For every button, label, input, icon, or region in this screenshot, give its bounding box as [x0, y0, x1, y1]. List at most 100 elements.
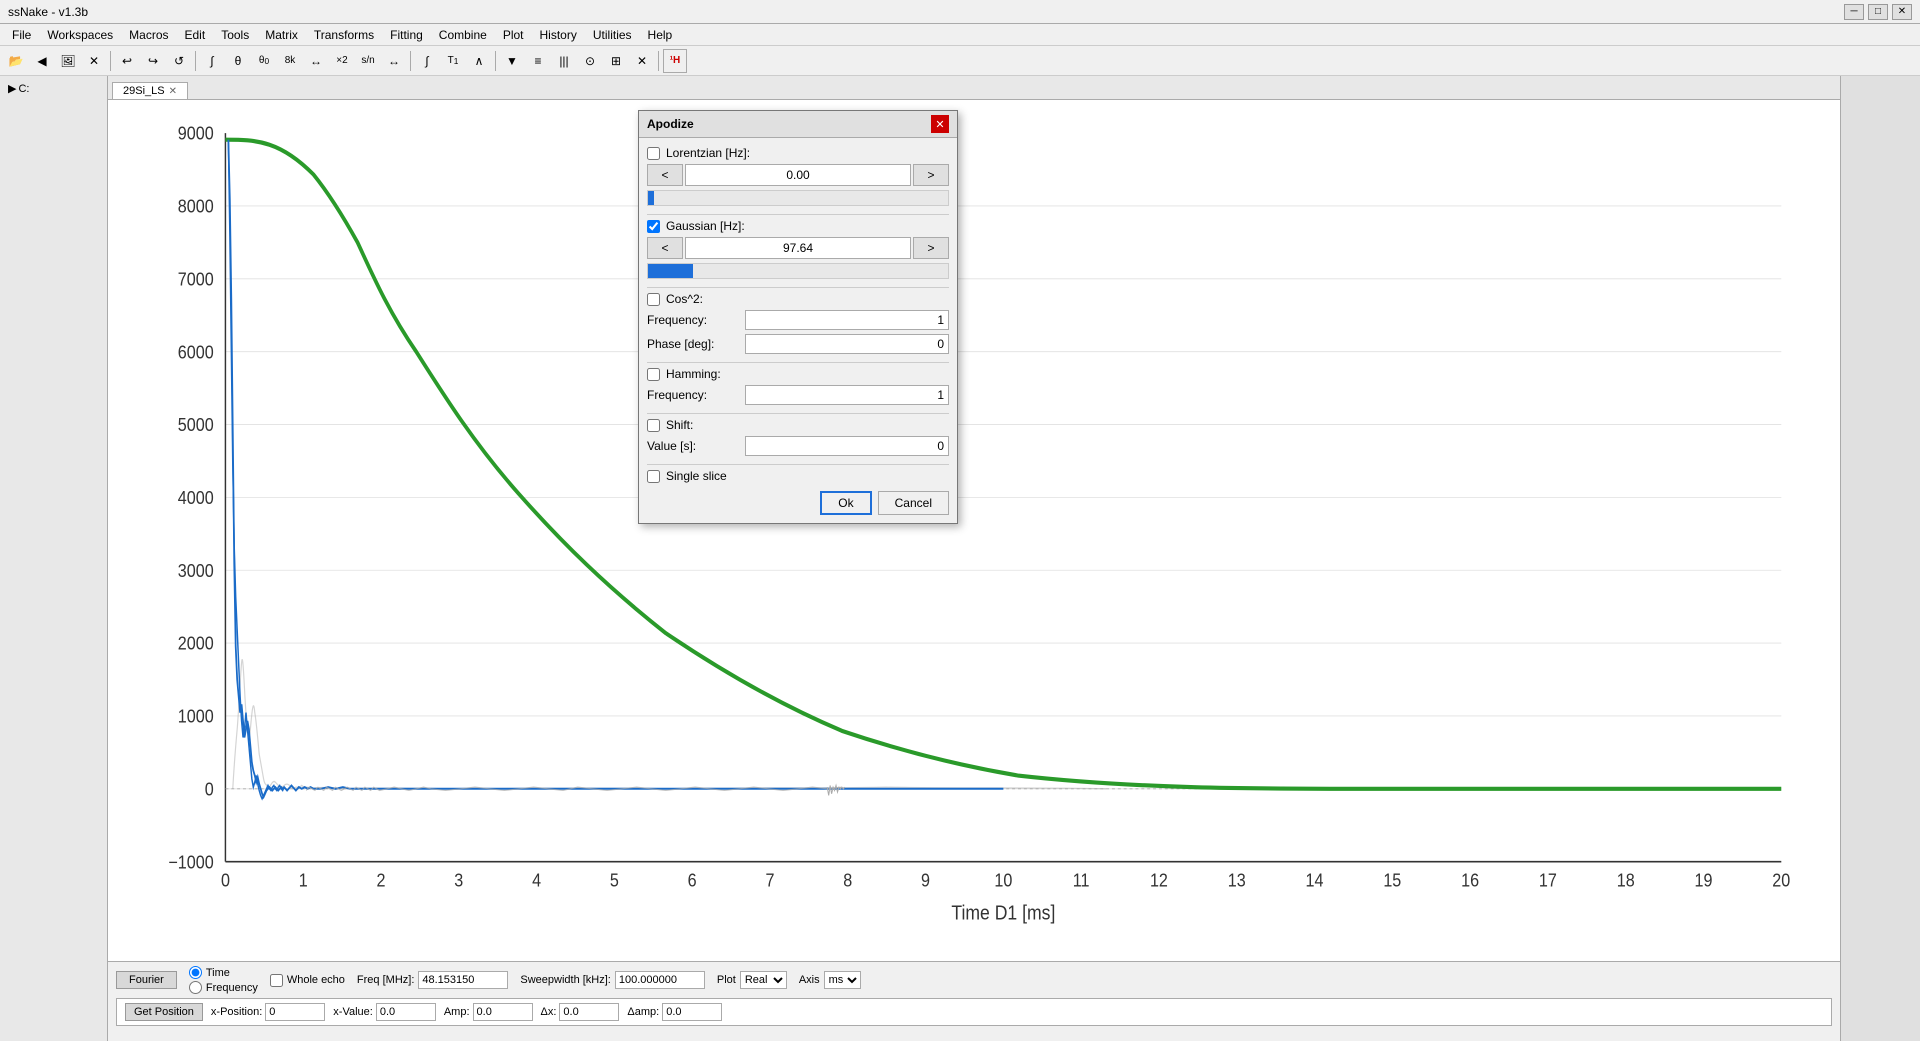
toolbar-refresh[interactable]: ↺	[167, 49, 191, 73]
close-button[interactable]: ✕	[1892, 4, 1912, 20]
toolbar-undo[interactable]: ↩	[115, 49, 139, 73]
x-position-input[interactable]	[265, 1003, 325, 1021]
divider2	[647, 287, 949, 288]
menu-history[interactable]: History	[532, 26, 585, 44]
menu-fitting[interactable]: Fitting	[382, 26, 431, 44]
svg-text:13: 13	[1228, 870, 1246, 891]
cos2-section: Cos^2: Frequency: Phase [deg]:	[647, 292, 949, 354]
toolbar-sep3	[410, 51, 411, 71]
toolbar-redo[interactable]: ↪	[141, 49, 165, 73]
hamming-label: Hamming:	[666, 367, 721, 381]
gaussian-dec-button[interactable]: <	[647, 237, 683, 259]
fourier-button[interactable]: Fourier	[116, 971, 177, 989]
gaussian-inc-button[interactable]: >	[913, 237, 949, 259]
menu-combine[interactable]: Combine	[431, 26, 495, 44]
menu-edit[interactable]: Edit	[177, 26, 214, 44]
maximize-button[interactable]: □	[1868, 4, 1888, 20]
right-panel	[1840, 76, 1920, 1041]
toolbar-phase0[interactable]: θ0	[252, 49, 276, 73]
toolbar-resize[interactable]: ↔	[304, 49, 328, 73]
menu-matrix[interactable]: Matrix	[257, 26, 306, 44]
cos2-checkbox[interactable]	[647, 293, 660, 306]
hamming-freq-row: Frequency:	[647, 385, 949, 405]
cos2-freq-input[interactable]	[745, 310, 949, 330]
toolbar-sn[interactable]: s/n	[356, 49, 380, 73]
toolbar-close[interactable]: ✕	[82, 49, 106, 73]
toolbar-8k[interactable]: 8k	[278, 49, 302, 73]
shift-checkbox[interactable]	[647, 419, 660, 432]
tab-close-icon[interactable]: ✕	[169, 86, 177, 97]
lorentzian-slider[interactable]	[647, 190, 949, 206]
toolbar-resize2[interactable]: ↔	[382, 49, 406, 73]
apodize-title: Apodize	[647, 117, 694, 131]
hamming-freq-input[interactable]	[745, 385, 949, 405]
axis-select[interactable]: ms s Hz	[824, 971, 861, 989]
menu-plot[interactable]: Plot	[495, 26, 532, 44]
gaussian-checkbox[interactable]	[647, 220, 660, 233]
toolbar-lambda[interactable]: ∧	[467, 49, 491, 73]
get-position-button[interactable]: Get Position	[125, 1003, 203, 1021]
time-radio[interactable]	[189, 966, 202, 979]
svg-text:1: 1	[299, 870, 308, 891]
menu-transforms[interactable]: Transforms	[306, 26, 382, 44]
toolbar-lines[interactable]: ≡	[526, 49, 550, 73]
menu-help[interactable]: Help	[640, 26, 681, 44]
toolbar-grid[interactable]: ⊞	[604, 49, 628, 73]
minimize-button[interactable]: ─	[1844, 4, 1864, 20]
gaussian-input[interactable]	[685, 237, 911, 259]
svg-text:2000: 2000	[178, 633, 214, 654]
svg-text:20: 20	[1772, 870, 1790, 891]
sweep-label: Sweepwidth [kHz]:	[520, 974, 610, 986]
amp-input[interactable]	[473, 1003, 533, 1021]
toolbar-phase[interactable]: θ	[226, 49, 250, 73]
frequency-radio[interactable]	[189, 981, 202, 994]
toolbar-1h[interactable]: ¹H	[663, 49, 687, 73]
toolbar-integral2[interactable]: ∫	[415, 49, 439, 73]
cos2-header: Cos^2:	[647, 292, 949, 306]
menu-file[interactable]: File	[4, 26, 39, 44]
menu-tools[interactable]: Tools	[213, 26, 257, 44]
delta-x-input[interactable]	[559, 1003, 619, 1021]
gaussian-slider[interactable]	[647, 263, 949, 279]
freq-radio-label: Frequency	[189, 981, 258, 994]
delta-x-label: Δx:	[541, 1006, 557, 1018]
toolbar-t1[interactable]: T1	[441, 49, 465, 73]
delta-amp-input[interactable]	[662, 1003, 722, 1021]
lorentzian-dec-button[interactable]: <	[647, 164, 683, 186]
toolbar-integral[interactable]: ∫	[200, 49, 224, 73]
tabs-bar: 29Si_LS ✕	[108, 76, 1840, 100]
menu-macros[interactable]: Macros	[121, 26, 176, 44]
hamming-checkbox[interactable]	[647, 368, 660, 381]
menu-workspaces[interactable]: Workspaces	[39, 26, 121, 44]
sidebar-item-c[interactable]: ▶ C:	[4, 80, 103, 97]
toolbar-x2[interactable]: ×2	[330, 49, 354, 73]
lorentzian-inc-button[interactable]: >	[913, 164, 949, 186]
x-value-input[interactable]	[376, 1003, 436, 1021]
toolbar-x-clear[interactable]: ✕	[630, 49, 654, 73]
cos2-phase-input[interactable]	[745, 334, 949, 354]
svg-text:16: 16	[1461, 870, 1479, 891]
lorentzian-checkbox[interactable]	[647, 147, 660, 160]
menu-utilities[interactable]: Utilities	[585, 26, 640, 44]
apodize-ok-button[interactable]: Ok	[820, 491, 871, 515]
apodize-close-button[interactable]: ✕	[931, 115, 949, 133]
sweep-input[interactable]	[615, 971, 705, 989]
toolbar-back[interactable]: ◀	[30, 49, 54, 73]
sweep-field-group: Sweepwidth [kHz]:	[520, 971, 704, 989]
toolbar-triangle[interactable]: ▼	[500, 49, 524, 73]
plot-select[interactable]: Real Imag Both	[740, 971, 787, 989]
lorentzian-input[interactable]	[685, 164, 911, 186]
apodize-cancel-button[interactable]: Cancel	[878, 491, 949, 515]
single-slice-checkbox[interactable]	[647, 470, 660, 483]
delta-amp-label: Δamp:	[627, 1006, 659, 1018]
toolbar-image[interactable]: 🖼	[56, 49, 80, 73]
tab-29si[interactable]: 29Si_LS ✕	[112, 82, 188, 99]
toolbar-open[interactable]: 📂	[4, 49, 28, 73]
whole-echo-checkbox[interactable]	[270, 974, 283, 987]
bottom-controls: Fourier Time Frequency Whole echo	[108, 961, 1840, 1041]
toolbar-bars[interactable]: |||	[552, 49, 576, 73]
freq-input[interactable]	[418, 971, 508, 989]
toolbar-circle[interactable]: ⊙	[578, 49, 602, 73]
shift-value-input[interactable]	[745, 436, 949, 456]
lorentzian-header: Lorentzian [Hz]:	[647, 146, 949, 160]
